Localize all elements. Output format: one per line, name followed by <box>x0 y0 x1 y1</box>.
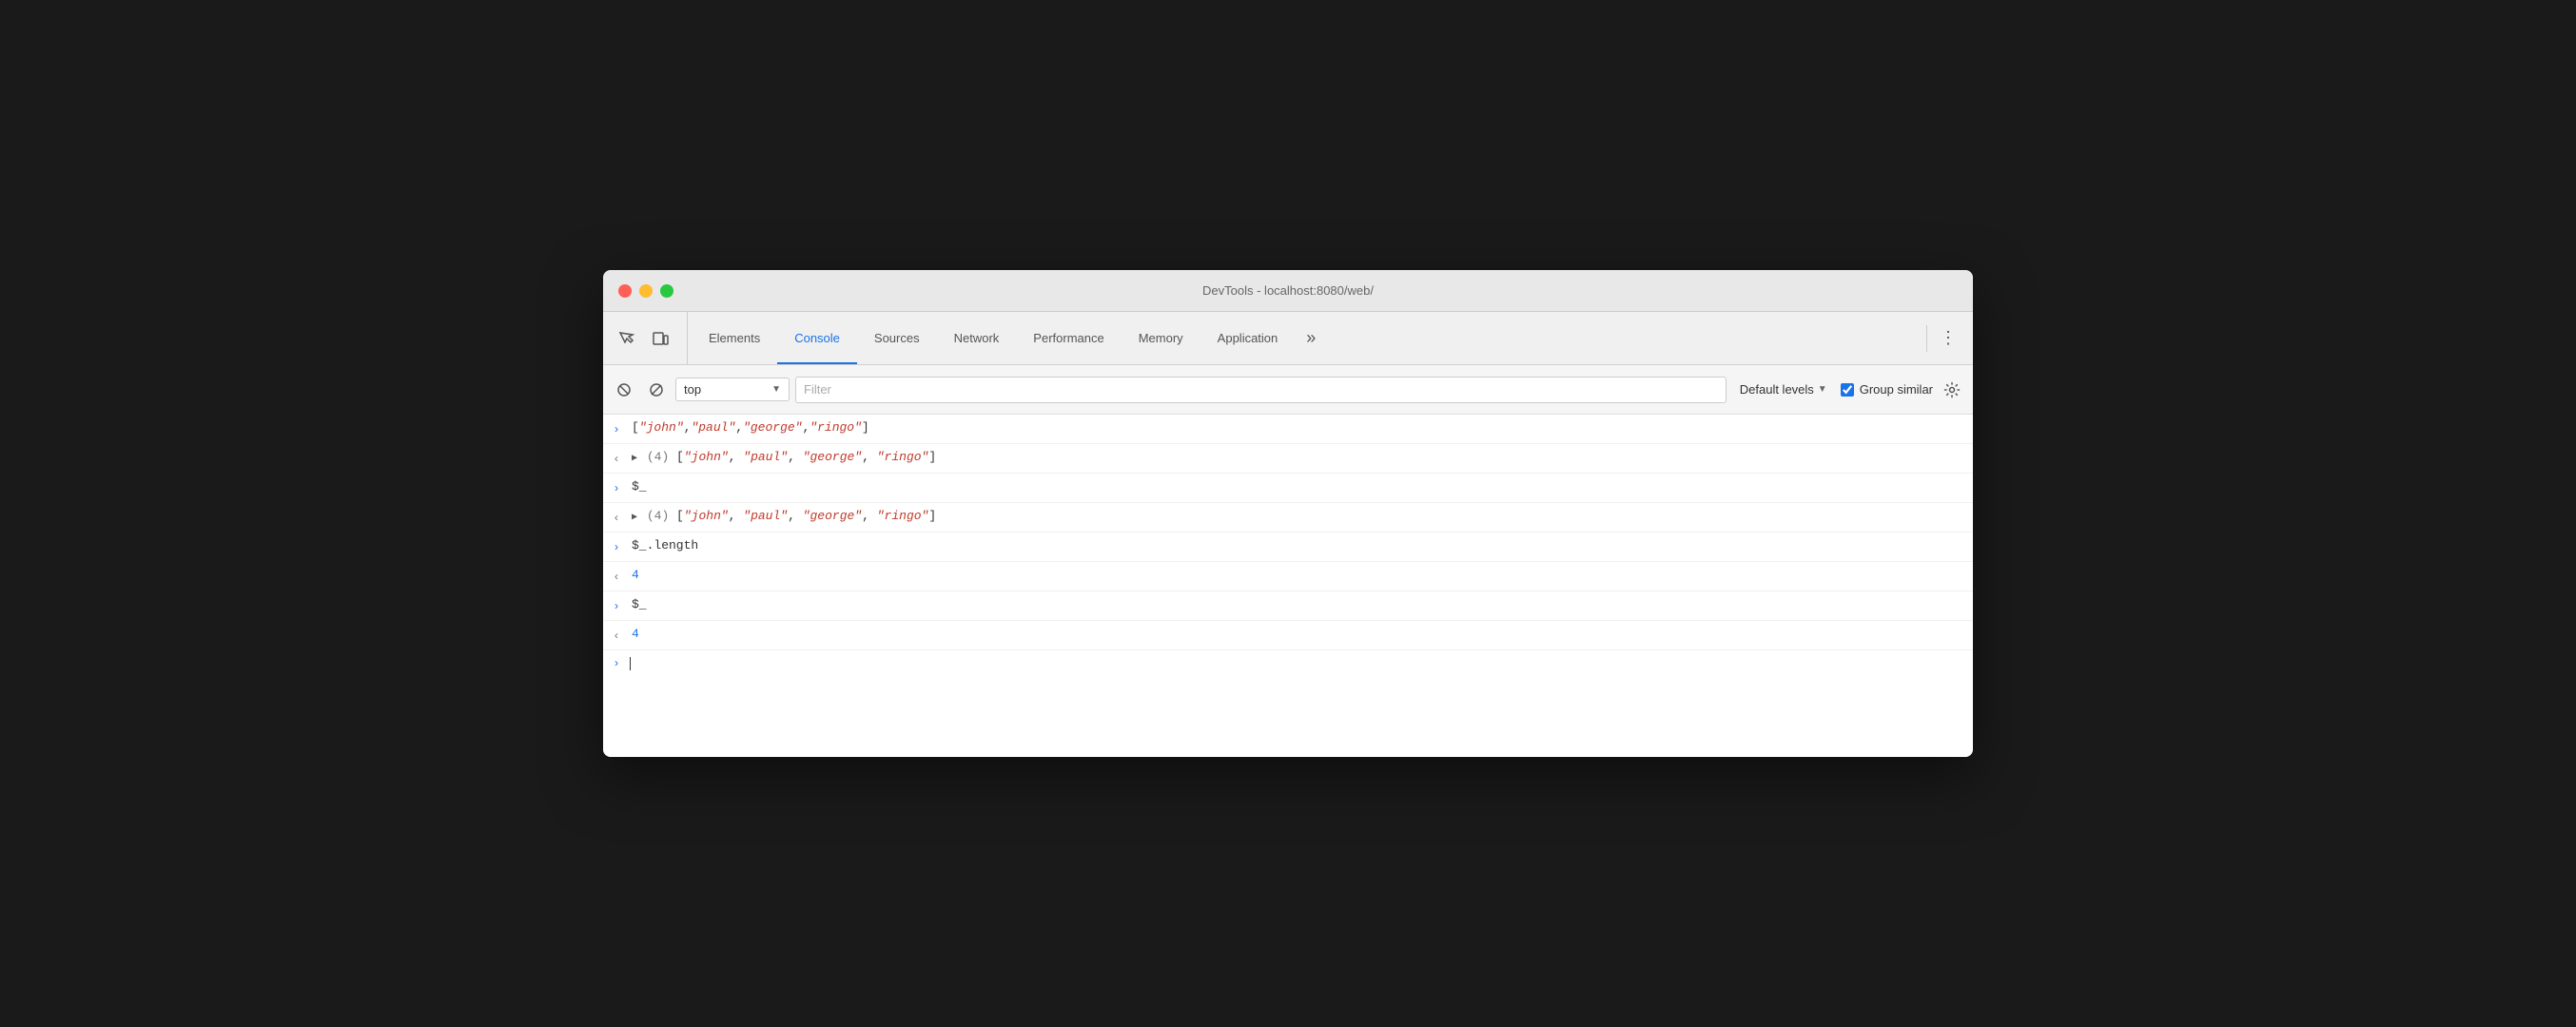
output-arrow-icon: ‹ <box>603 625 630 646</box>
input-arrow-icon: › <box>603 536 630 557</box>
output-arrow-icon: ‹ <box>603 566 630 587</box>
output-arrow-icon: ‹ <box>603 448 630 469</box>
console-line-content: $_.length <box>630 536 1965 555</box>
tab-performance[interactable]: Performance <box>1016 312 1121 364</box>
output-arrow-icon: ‹ <box>603 507 630 528</box>
minimize-button[interactable] <box>639 284 653 298</box>
levels-arrow-icon: ▼ <box>1818 384 1827 395</box>
console-line-content: 4 <box>630 566 1965 585</box>
tab-console[interactable]: Console <box>777 312 857 364</box>
console-line-content: $_ <box>630 477 1965 496</box>
cursor-blink <box>630 657 631 670</box>
log-levels-button[interactable]: Default levels ▼ <box>1732 378 1835 400</box>
console-line-content: ["john","paul","george","ringo"] <box>630 418 1965 437</box>
console-line-content: $_ <box>630 595 1965 614</box>
console-input[interactable] <box>630 656 631 670</box>
console-line: › ["john","paul","george","ringo"] <box>603 415 1973 444</box>
window-title: DevTools - localhost:8080/web/ <box>1202 283 1374 298</box>
console-input-line[interactable]: › <box>603 650 1973 676</box>
dropdown-arrow-icon: ▼ <box>771 384 781 395</box>
tab-bar: Elements Console Sources Network Perform… <box>603 312 1973 365</box>
console-output: › ["john","paul","george","ringo"] ‹ ▶ (… <box>603 415 1973 757</box>
expand-triangle-icon[interactable]: ▶ <box>632 454 637 464</box>
devtools-window: DevTools - localhost:8080/web/ Elements … <box>603 270 1973 757</box>
tab-network[interactable]: Network <box>937 312 1017 364</box>
expand-triangle-icon[interactable]: ▶ <box>632 513 637 523</box>
console-line: › $_ <box>603 591 1973 621</box>
more-tabs-button[interactable]: » <box>1295 312 1327 364</box>
block-icon[interactable] <box>643 377 670 403</box>
tab-memory[interactable]: Memory <box>1122 312 1200 364</box>
close-button[interactable] <box>618 284 632 298</box>
input-arrow-icon: › <box>603 595 630 616</box>
tab-sources[interactable]: Sources <box>857 312 937 364</box>
group-similar-checkbox[interactable] <box>1841 383 1854 397</box>
group-similar-label[interactable]: Group similar <box>1841 382 1933 397</box>
console-line: ‹ ▶ (4) ["john", "paul", "george", "ring… <box>603 503 1973 533</box>
input-arrow-icon: › <box>603 477 630 498</box>
console-line-content: ▶ (4) ["john", "paul", "george", "ringo"… <box>630 507 1965 528</box>
prompt-arrow-icon: › <box>603 657 630 670</box>
traffic-lights <box>618 284 673 298</box>
console-line: ‹ 4 <box>603 562 1973 591</box>
input-arrow-icon: › <box>603 418 630 439</box>
settings-button[interactable] <box>1939 377 1965 403</box>
tab-elements[interactable]: Elements <box>692 312 777 364</box>
clear-console-button[interactable] <box>611 377 637 403</box>
maximize-button[interactable] <box>660 284 673 298</box>
console-line: ‹ 4 <box>603 621 1973 650</box>
device-toggle-icon[interactable] <box>645 323 675 354</box>
more-options-button[interactable]: ⋮ <box>1935 325 1961 352</box>
title-bar: DevTools - localhost:8080/web/ <box>603 270 1973 312</box>
console-line-content: ▶ (4) ["john", "paul", "george", "ringo"… <box>630 448 1965 469</box>
console-line: ‹ ▶ (4) ["john", "paul", "george", "ring… <box>603 444 1973 474</box>
console-line: › $_ <box>603 474 1973 503</box>
console-line-content: 4 <box>630 625 1965 644</box>
tab-bar-icons <box>611 312 688 364</box>
context-dropdown[interactable]: top ▼ <box>675 378 790 401</box>
inspect-icon[interactable] <box>611 323 641 354</box>
tab-application[interactable]: Application <box>1200 312 1296 364</box>
tab-bar-right: ⋮ <box>1919 312 1973 364</box>
console-toolbar: top ▼ Default levels ▼ Group similar <box>603 365 1973 415</box>
filter-input[interactable] <box>795 377 1727 403</box>
console-line: › $_.length <box>603 533 1973 562</box>
